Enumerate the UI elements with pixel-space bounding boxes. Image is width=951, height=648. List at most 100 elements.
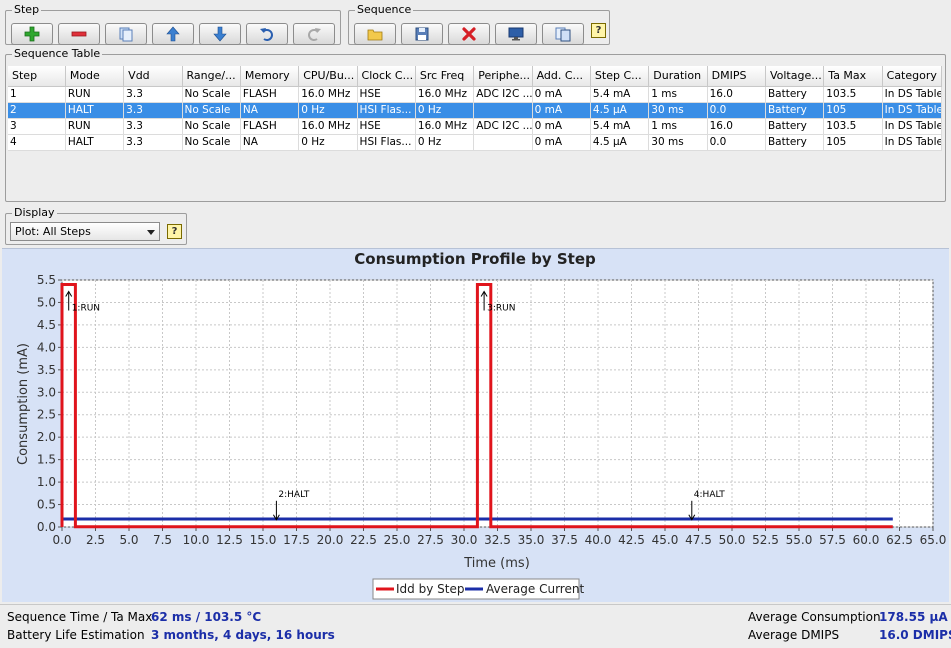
sequence-table: Step Mode Vdd Range/... Memory CPU/Bu... Clock… bbox=[8, 66, 943, 151]
y-tick-label: 2.0 bbox=[37, 430, 56, 444]
column-header[interactable]: Voltage... bbox=[765, 66, 825, 87]
table-cell: 3.3 bbox=[123, 134, 183, 151]
table-cell: HSE bbox=[357, 86, 416, 103]
table-cell: In DS Table bbox=[882, 134, 943, 151]
open-sequence-button[interactable] bbox=[354, 23, 396, 45]
table-cell bbox=[473, 134, 533, 151]
step-group: Step bbox=[5, 3, 341, 45]
column-header[interactable]: Duration bbox=[648, 66, 708, 87]
sequence-table-label: Sequence Table bbox=[12, 47, 103, 61]
annotation-label: 3:RUN bbox=[487, 303, 515, 313]
chart-legend: Idd by Step Average Current bbox=[372, 578, 584, 600]
table-cell: 16.0 MHz bbox=[298, 86, 358, 103]
display-group: Display Plot: All Steps ? bbox=[5, 206, 187, 245]
annotation-label: 2:HALT bbox=[278, 490, 309, 500]
table-row[interactable]: 1 RUN 3.3 No Scale FLASH 16.0 MHz HSE 16.0 MHz A… bbox=[8, 86, 943, 103]
table-cell: 0 mA bbox=[532, 86, 591, 103]
table-cell: 0 Hz bbox=[298, 134, 358, 151]
add-step-button[interactable] bbox=[11, 23, 53, 45]
table-cell: Battery bbox=[765, 134, 825, 151]
table-cell: NA bbox=[240, 102, 300, 119]
remove-step-button[interactable] bbox=[58, 23, 100, 45]
x-tick-label: 47.5 bbox=[685, 533, 712, 547]
table-cell: 0 Hz bbox=[415, 102, 475, 119]
y-tick-label: 5.5 bbox=[37, 273, 56, 287]
table-cell: No Scale bbox=[182, 102, 241, 119]
column-header[interactable]: Category bbox=[882, 66, 943, 87]
save-icon bbox=[415, 27, 429, 41]
move-up-button[interactable] bbox=[152, 23, 194, 45]
average-dmips-label: Average DMIPS bbox=[748, 628, 840, 642]
column-header[interactable]: CPU/Bu... bbox=[298, 66, 358, 87]
table-row[interactable]: 2 HALT 3.3 No Scale NA 0 Hz HSI Flas... 0 Hz 0 m… bbox=[8, 102, 943, 119]
y-tick-label: 0.5 bbox=[37, 498, 56, 512]
close-icon bbox=[462, 27, 476, 41]
x-tick-label: 65.0 bbox=[920, 533, 947, 547]
move-down-button[interactable] bbox=[199, 23, 241, 45]
table-cell: 3.3 bbox=[123, 102, 183, 119]
table-cell: In DS Table bbox=[882, 86, 943, 103]
table-cell: HSI Flas... bbox=[357, 134, 416, 151]
arrow-down-icon bbox=[213, 26, 227, 42]
x-tick-label: 15.0 bbox=[250, 533, 277, 547]
column-header[interactable]: Vdd bbox=[123, 66, 183, 87]
column-header[interactable]: Range/... bbox=[182, 66, 241, 87]
column-header[interactable]: Src Freq bbox=[415, 66, 475, 87]
x-tick-label: 25.0 bbox=[384, 533, 411, 547]
column-header[interactable]: Step bbox=[8, 66, 66, 87]
x-axis-label: Time (ms) bbox=[463, 556, 530, 571]
column-header[interactable]: Ta Max bbox=[823, 66, 883, 87]
table-cell: 0.0 bbox=[707, 134, 766, 151]
column-header[interactable]: Step C... bbox=[590, 66, 650, 87]
table-cell: ADC I2C ... bbox=[473, 86, 533, 103]
table-cell: 16.0 MHz bbox=[415, 86, 475, 103]
table-cell: 16.0 bbox=[707, 118, 766, 135]
x-tick-label: 0.0 bbox=[52, 533, 71, 547]
y-tick-label: 3.5 bbox=[37, 363, 56, 377]
column-header[interactable]: DMIPS bbox=[707, 66, 766, 87]
table-cell: NA bbox=[240, 134, 300, 151]
x-tick-label: 22.5 bbox=[350, 533, 377, 547]
table-cell: Battery bbox=[765, 86, 825, 103]
table-cell: HSI Flas... bbox=[357, 102, 416, 119]
plot-select[interactable]: Plot: All Steps bbox=[10, 222, 160, 241]
average-dmips-value: 16.0 DMIPS bbox=[879, 628, 951, 642]
x-tick-label: 20.0 bbox=[317, 533, 344, 547]
folder-icon bbox=[367, 29, 383, 41]
column-header[interactable]: Clock C... bbox=[357, 66, 416, 87]
table-cell: 0 Hz bbox=[415, 134, 475, 151]
table-cell: 0.0 bbox=[707, 102, 766, 119]
average-consumption-value: 178.55 µA bbox=[879, 610, 948, 624]
compare-sequence-button[interactable] bbox=[542, 23, 584, 45]
x-tick-label: 55.0 bbox=[786, 533, 813, 547]
duplicate-step-button[interactable] bbox=[105, 23, 147, 45]
table-cell: No Scale bbox=[182, 134, 241, 151]
display-group-label: Display bbox=[12, 206, 57, 220]
table-cell: RUN bbox=[65, 118, 125, 135]
table-cell: 4.5 µA bbox=[590, 134, 650, 151]
x-tick-label: 30.0 bbox=[451, 533, 478, 547]
plus-icon bbox=[24, 26, 40, 42]
column-header[interactable]: Periphe... bbox=[473, 66, 533, 87]
delete-sequence-button[interactable] bbox=[448, 23, 490, 45]
column-header[interactable]: Memory bbox=[240, 66, 300, 87]
table-row[interactable]: 4 HALT 3.3 No Scale NA 0 Hz HSI Flas... 0 Hz 0 m… bbox=[8, 134, 943, 151]
table-row[interactable]: 3 RUN 3.3 No Scale FLASH 16.0 MHz HSE 16.0 MHz A… bbox=[8, 118, 943, 135]
sequence-help-icon[interactable]: ? bbox=[591, 23, 606, 38]
display-help-icon[interactable]: ? bbox=[167, 224, 182, 239]
x-tick-label: 12.5 bbox=[216, 533, 243, 547]
undo-button[interactable] bbox=[246, 23, 288, 45]
consumption-chart: Consumption Profile by Step 0.0 0.5 1.0 1.5… bbox=[16, 250, 947, 600]
redo-button[interactable] bbox=[293, 23, 335, 45]
y-tick-label: 2.5 bbox=[37, 408, 56, 422]
column-header[interactable]: Mode bbox=[65, 66, 125, 87]
x-tick-label: 57.5 bbox=[819, 533, 846, 547]
monitor-icon bbox=[508, 27, 524, 41]
x-tick-label: 35.0 bbox=[518, 533, 545, 547]
load-to-board-button[interactable] bbox=[495, 23, 537, 45]
column-header[interactable]: Add. C... bbox=[532, 66, 591, 87]
chart-title: Consumption Profile by Step bbox=[354, 250, 596, 268]
table-cell: No Scale bbox=[182, 118, 241, 135]
save-sequence-button[interactable] bbox=[401, 23, 443, 45]
table-cell: 103.5 bbox=[823, 86, 883, 103]
